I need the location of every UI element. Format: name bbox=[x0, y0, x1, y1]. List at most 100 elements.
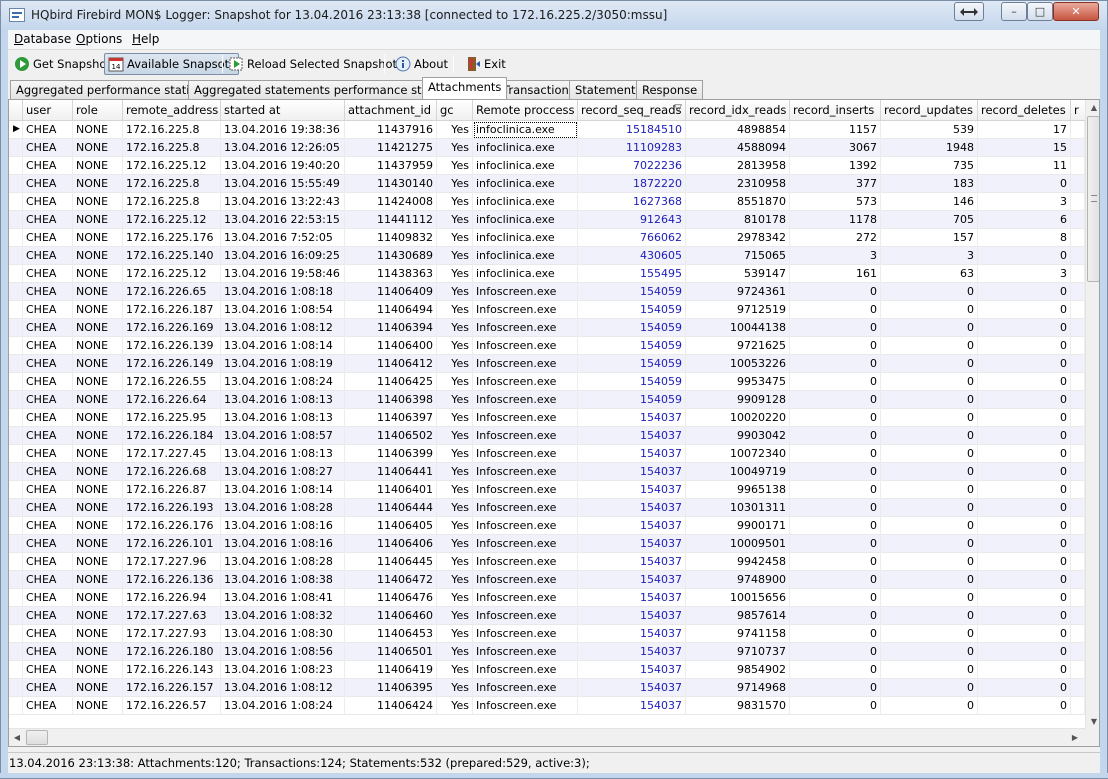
cell-started-at[interactable]: 13.04.2016 1:08:27 bbox=[221, 463, 345, 481]
cell-attachment-id[interactable]: 11406409 bbox=[345, 283, 437, 301]
table-row[interactable]: CHEA NONE 172.16.225.8 13.04.2016 12:26:05 1… bbox=[9, 139, 1085, 157]
cell-more[interactable] bbox=[1071, 535, 1085, 553]
available-snapshots-button[interactable]: 14 Available Snapsots bbox=[104, 53, 240, 75]
cell-remote-process[interactable]: Infoscreen.exe bbox=[473, 427, 578, 445]
menu-options[interactable]: Options bbox=[76, 32, 122, 46]
cell-user[interactable]: CHEA bbox=[23, 409, 73, 427]
cell-more[interactable] bbox=[1071, 121, 1085, 139]
tab-attachments[interactable]: Attachments bbox=[422, 77, 508, 99]
table-row[interactable]: CHEA NONE 172.17.227.93 13.04.2016 1:08:30 1… bbox=[9, 625, 1085, 643]
cell-started-at[interactable]: 13.04.2016 13:22:43 bbox=[221, 193, 345, 211]
cell-gc[interactable]: Yes bbox=[437, 337, 473, 355]
cell-attachment-id[interactable]: 11437916 bbox=[345, 121, 437, 139]
cell-record-deletes[interactable]: 0 bbox=[978, 517, 1071, 535]
row-indicator[interactable] bbox=[9, 301, 23, 319]
cell-role[interactable]: NONE bbox=[73, 211, 123, 229]
cell-record-updates[interactable]: 0 bbox=[881, 607, 978, 625]
cell-gc[interactable]: Yes bbox=[437, 571, 473, 589]
cell-record-deletes[interactable]: 6 bbox=[978, 211, 1071, 229]
cell-more[interactable] bbox=[1071, 445, 1085, 463]
cell-remote-process[interactable]: Infoscreen.exe bbox=[473, 391, 578, 409]
cell-record-inserts[interactable]: 0 bbox=[790, 643, 881, 661]
row-indicator[interactable] bbox=[9, 175, 23, 193]
cell-record-deletes[interactable]: 0 bbox=[978, 175, 1071, 193]
cell-remote-address[interactable]: 172.17.227.96 bbox=[123, 553, 221, 571]
cell-started-at[interactable]: 13.04.2016 1:08:18 bbox=[221, 283, 345, 301]
cell-record-deletes[interactable]: 0 bbox=[978, 427, 1071, 445]
cell-record-idx-reads[interactable]: 8551870 bbox=[686, 193, 790, 211]
cell-record-seq-reads[interactable]: 154037 bbox=[578, 589, 686, 607]
cell-record-inserts[interactable]: 0 bbox=[790, 625, 881, 643]
cell-record-updates[interactable]: 0 bbox=[881, 535, 978, 553]
cell-role[interactable]: NONE bbox=[73, 121, 123, 139]
cell-role[interactable]: NONE bbox=[73, 229, 123, 247]
cell-record-seq-reads[interactable]: 154037 bbox=[578, 607, 686, 625]
cell-record-inserts[interactable]: 161 bbox=[790, 265, 881, 283]
cell-remote-address[interactable]: 172.16.226.143 bbox=[123, 661, 221, 679]
row-indicator[interactable] bbox=[9, 211, 23, 229]
cell-gc[interactable]: Yes bbox=[437, 373, 473, 391]
cell-gc[interactable]: Yes bbox=[437, 679, 473, 697]
cell-gc[interactable]: Yes bbox=[437, 229, 473, 247]
cell-record-idx-reads[interactable]: 2310958 bbox=[686, 175, 790, 193]
cell-remote-address[interactable]: 172.16.225.176 bbox=[123, 229, 221, 247]
cell-record-seq-reads[interactable]: 154059 bbox=[578, 319, 686, 337]
cell-remote-process[interactable]: Infoscreen.exe bbox=[473, 499, 578, 517]
row-indicator[interactable] bbox=[9, 625, 23, 643]
cell-record-inserts[interactable]: 272 bbox=[790, 229, 881, 247]
row-indicator[interactable] bbox=[9, 229, 23, 247]
cell-remote-address[interactable]: 172.16.226.149 bbox=[123, 355, 221, 373]
cell-record-inserts[interactable]: 0 bbox=[790, 355, 881, 373]
cell-record-seq-reads[interactable]: 154037 bbox=[578, 571, 686, 589]
cell-record-idx-reads[interactable]: 9712519 bbox=[686, 301, 790, 319]
cell-role[interactable]: NONE bbox=[73, 661, 123, 679]
cell-more[interactable] bbox=[1071, 229, 1085, 247]
cell-record-updates[interactable]: 0 bbox=[881, 517, 978, 535]
cell-gc[interactable]: Yes bbox=[437, 517, 473, 535]
cell-remote-process[interactable]: infoclinica.exe bbox=[473, 157, 578, 175]
cell-user[interactable]: CHEA bbox=[23, 355, 73, 373]
col-header-remote-address[interactable]: remote_address bbox=[123, 100, 221, 120]
cell-record-seq-reads[interactable]: 154059 bbox=[578, 301, 686, 319]
cell-record-inserts[interactable]: 573 bbox=[790, 193, 881, 211]
cell-record-inserts[interactable]: 0 bbox=[790, 283, 881, 301]
cell-role[interactable]: NONE bbox=[73, 301, 123, 319]
cell-record-updates[interactable]: 146 bbox=[881, 193, 978, 211]
cell-record-idx-reads[interactable]: 10072340 bbox=[686, 445, 790, 463]
cell-started-at[interactable]: 13.04.2016 1:08:28 bbox=[221, 499, 345, 517]
cell-record-deletes[interactable]: 0 bbox=[978, 355, 1071, 373]
cell-remote-process[interactable]: infoclinica.exe bbox=[473, 139, 578, 157]
cell-remote-address[interactable]: 172.16.225.140 bbox=[123, 247, 221, 265]
cell-record-idx-reads[interactable]: 9903042 bbox=[686, 427, 790, 445]
cell-record-seq-reads[interactable]: 766062 bbox=[578, 229, 686, 247]
cell-more[interactable] bbox=[1071, 139, 1085, 157]
cell-record-idx-reads[interactable]: 4898854 bbox=[686, 121, 790, 139]
cell-attachment-id[interactable]: 11406494 bbox=[345, 301, 437, 319]
col-header-record-idx-reads[interactable]: record_idx_reads bbox=[686, 100, 790, 120]
col-header-gc[interactable]: gc bbox=[437, 100, 473, 120]
row-indicator[interactable] bbox=[9, 265, 23, 283]
row-indicator[interactable] bbox=[9, 643, 23, 661]
cell-record-seq-reads[interactable]: 154037 bbox=[578, 481, 686, 499]
cell-remote-process[interactable]: infoclinica.exe bbox=[473, 211, 578, 229]
cell-record-inserts[interactable]: 0 bbox=[790, 553, 881, 571]
cell-record-deletes[interactable]: 0 bbox=[978, 679, 1071, 697]
cell-role[interactable]: NONE bbox=[73, 355, 123, 373]
cell-more[interactable] bbox=[1071, 481, 1085, 499]
cell-user[interactable]: CHEA bbox=[23, 697, 73, 715]
cell-gc[interactable]: Yes bbox=[437, 661, 473, 679]
cell-record-idx-reads[interactable]: 9953475 bbox=[686, 373, 790, 391]
tab-response[interactable]: Response bbox=[636, 80, 704, 99]
cell-remote-process[interactable]: Infoscreen.exe bbox=[473, 373, 578, 391]
cell-gc[interactable]: Yes bbox=[437, 409, 473, 427]
cell-record-updates[interactable]: 0 bbox=[881, 373, 978, 391]
col-header-record-deletes[interactable]: record_deletes bbox=[978, 100, 1071, 120]
cell-started-at[interactable]: 13.04.2016 7:52:05 bbox=[221, 229, 345, 247]
cell-record-seq-reads[interactable]: 7022236 bbox=[578, 157, 686, 175]
cell-attachment-id[interactable]: 11406460 bbox=[345, 607, 437, 625]
table-row[interactable]: CHEA NONE 172.16.226.55 13.04.2016 1:08:24 1… bbox=[9, 373, 1085, 391]
cell-record-idx-reads[interactable]: 810178 bbox=[686, 211, 790, 229]
cell-more[interactable] bbox=[1071, 337, 1085, 355]
cell-record-deletes[interactable]: 3 bbox=[978, 193, 1071, 211]
cell-record-seq-reads[interactable]: 1627368 bbox=[578, 193, 686, 211]
